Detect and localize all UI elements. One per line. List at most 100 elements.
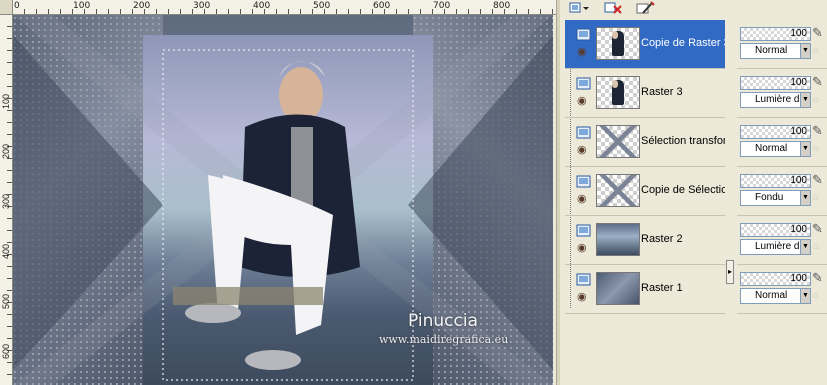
layer-row[interactable]: ◉ Copie de Raster 3 — [565, 20, 725, 69]
layer-name: Sélection transformée — [641, 135, 725, 147]
layer-type-icon — [576, 224, 591, 237]
ruler-label: 700 — [433, 1, 451, 11]
layer-property-row: 100 Normal ▼ ✎ ⌂ — [737, 265, 827, 314]
opacity-value: 100 — [790, 126, 807, 137]
chevron-down-icon[interactable]: ▼ — [800, 239, 811, 255]
layer-thumbnail — [596, 223, 640, 256]
chevron-down-icon[interactable]: ▼ — [800, 288, 811, 304]
visibility-eye-icon[interactable]: ◉ — [577, 192, 587, 205]
layer-thumbnail — [596, 76, 640, 109]
visibility-eye-icon[interactable]: ◉ — [577, 290, 587, 303]
lock-icon[interactable]: ⌂ — [813, 45, 819, 56]
opacity-field[interactable]: 100 — [740, 174, 811, 188]
ruler-label: 500 — [313, 1, 331, 11]
layer-property-row: 100 Lumière douce ▼ ✎ ⌂ — [737, 216, 827, 265]
layer-name: Copie de Sélection transformée — [641, 184, 725, 196]
ruler-label: 400 — [1, 244, 11, 260]
opacity-value: 100 — [790, 28, 807, 39]
layer-type-icon — [576, 175, 591, 188]
blend-mode-select[interactable]: Normal — [740, 43, 809, 59]
opacity-field[interactable]: 100 — [740, 272, 811, 286]
opacity-value: 100 — [790, 273, 807, 284]
lock-icon[interactable]: ⌂ — [813, 290, 819, 301]
opacity-field[interactable]: 100 — [740, 27, 811, 41]
layer-name: Raster 2 — [641, 233, 683, 245]
ruler-label: 100 — [73, 1, 91, 11]
blend-mode-select[interactable]: Fondu — [740, 190, 809, 206]
edit-brush-icon[interactable]: ✎ — [812, 123, 823, 139]
layer-row[interactable]: ◉ Raster 2 — [565, 216, 725, 265]
collapse-toggle[interactable]: ▸ — [726, 260, 734, 284]
chevron-down-icon[interactable]: ▼ — [800, 141, 811, 157]
opacity-value: 100 — [790, 77, 807, 88]
chevron-down-icon[interactable]: ▼ — [800, 43, 811, 59]
edit-brush-icon[interactable]: ✎ — [812, 270, 823, 286]
edit-brush-icon[interactable]: ✎ — [812, 74, 823, 90]
visibility-eye-icon[interactable]: ◉ — [577, 143, 587, 156]
image-canvas[interactable]: Pinuccia www.maidiregrafica.eu — [13, 15, 553, 385]
opacity-value: 100 — [790, 175, 807, 186]
layer-property-row: 100 Normal ▼ ✎ ⌂ — [737, 20, 827, 69]
opacity-value: 100 — [790, 224, 807, 235]
layer-property-row: 100 Lumière dure ▼ ✎ ⌂ — [737, 69, 827, 118]
visibility-eye-icon[interactable]: ◉ — [577, 45, 587, 58]
visibility-eye-icon[interactable]: ◉ — [577, 241, 587, 254]
ruler-label: 600 — [1, 344, 11, 360]
edit-brush-icon[interactable]: ✎ — [812, 221, 823, 237]
visibility-eye-icon[interactable]: ◉ — [577, 94, 587, 107]
blend-mode-select[interactable]: Normal — [740, 288, 809, 304]
blend-mode-select[interactable]: Lumière douce — [740, 239, 809, 255]
ruler-label: 0 — [14, 1, 20, 11]
layer-property-row: 100 Normal ▼ ✎ ⌂ — [737, 118, 827, 167]
lock-icon[interactable]: ⌂ — [813, 241, 819, 252]
edit-brush-icon[interactable]: ✎ — [812, 25, 823, 41]
ruler-label: 200 — [133, 1, 151, 11]
layer-thumbnail — [596, 272, 640, 305]
opacity-field[interactable]: 100 — [740, 223, 811, 237]
watermark-url: www.maidiregrafica.eu — [379, 333, 509, 346]
chevron-down-icon[interactable]: ▼ — [800, 190, 811, 206]
new-layer-icon[interactable] — [566, 0, 592, 16]
layers-toolbar — [560, 0, 735, 17]
layer-type-icon — [576, 273, 591, 286]
properties-icon[interactable] — [634, 0, 656, 16]
ruler-label: 400 — [253, 1, 271, 11]
watermark-name: Pinuccia — [408, 311, 478, 331]
layer-properties: 100 Normal ▼ ✎ ⌂ 100 Lumière dure ▼ ✎ ⌂ … — [737, 20, 827, 385]
layer-row[interactable]: ◉ Raster 3 — [565, 69, 725, 118]
blend-mode-select[interactable]: Normal — [740, 141, 809, 157]
layer-row[interactable]: ◉ Copie de Sélection transformée — [565, 167, 725, 216]
layer-type-icon — [576, 28, 591, 41]
layer-list: ◉ Copie de Raster 3 ◉ Raster 3 ◉ Sélecti… — [565, 20, 725, 385]
ruler-label: 300 — [1, 194, 11, 210]
layer-name: Raster 1 — [641, 282, 683, 294]
lock-icon[interactable]: ⌂ — [813, 143, 819, 154]
ruler-corner — [0, 0, 13, 15]
edit-brush-icon[interactable]: ✎ — [812, 172, 823, 188]
ruler-ticks — [12, 9, 556, 14]
opacity-field[interactable]: 100 — [740, 76, 811, 90]
opacity-field[interactable]: 100 — [740, 125, 811, 139]
layer-row[interactable]: ◉ Sélection transformée — [565, 118, 725, 167]
layer-name: Raster 3 — [641, 86, 683, 98]
ruler-label: 100 — [1, 94, 11, 110]
chevron-down-icon[interactable]: ▼ — [800, 92, 811, 108]
layer-row[interactable]: ◉ Raster 1 — [565, 265, 725, 314]
ruler-label: 200 — [1, 144, 11, 160]
layer-type-icon — [576, 77, 591, 90]
layer-type-icon — [576, 126, 591, 139]
layer-thumbnail — [596, 174, 640, 207]
lock-icon[interactable]: ⌂ — [813, 94, 819, 105]
ruler-label: 500 — [1, 294, 11, 310]
delete-layer-icon[interactable] — [602, 0, 624, 16]
ruler-left: 100 200 300 400 500 600 — [0, 14, 13, 385]
ruler-top: 0 100 200 300 400 500 600 700 800 — [0, 0, 556, 15]
layer-thumbnail — [596, 125, 640, 158]
layer-name: Copie de Raster 3 — [641, 37, 725, 49]
layer-property-row: 100 Fondu ▼ ✎ ⌂ — [737, 167, 827, 216]
layer-thumbnail — [596, 27, 640, 60]
ruler-label: 300 — [193, 1, 211, 11]
lock-icon[interactable]: ⌂ — [813, 192, 819, 203]
blend-mode-select[interactable]: Lumière dure — [740, 92, 809, 108]
ruler-label: 600 — [373, 1, 391, 11]
